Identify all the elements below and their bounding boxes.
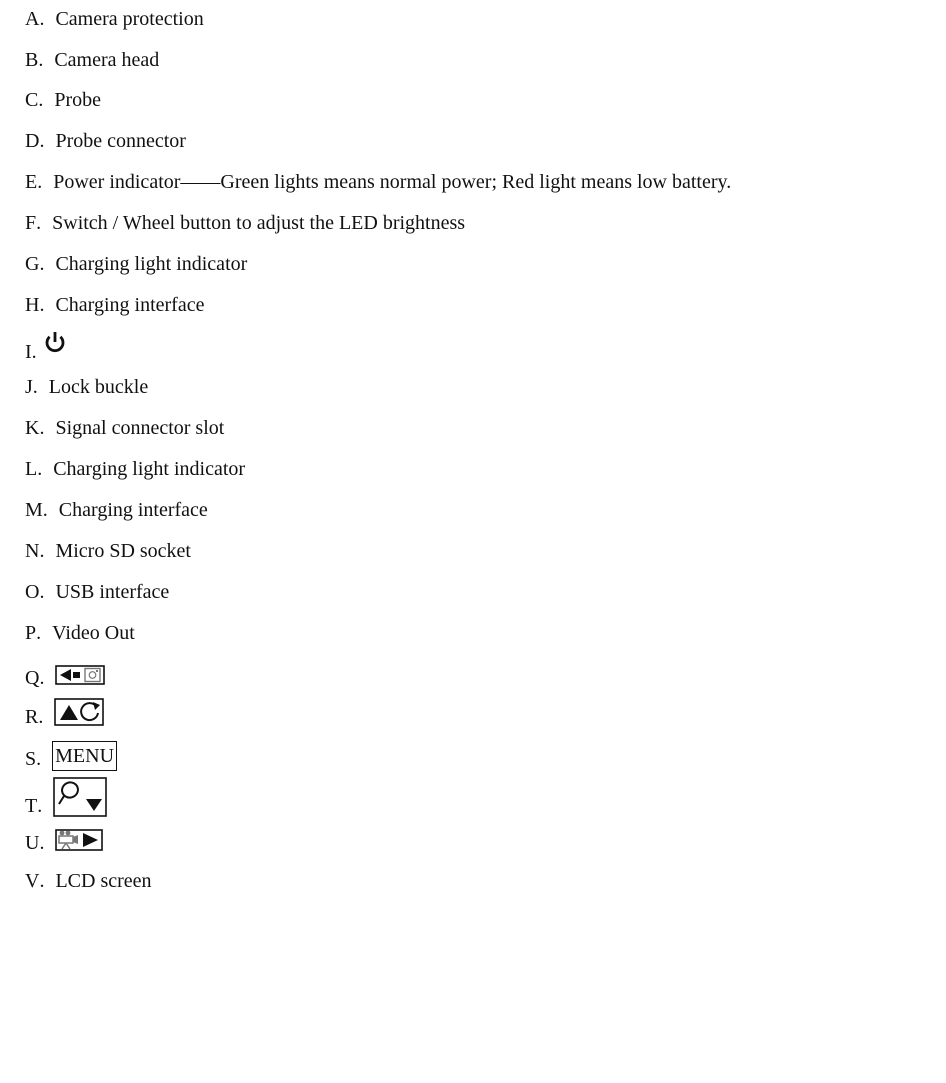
item-separator: . bbox=[36, 212, 42, 234]
item-letter: C bbox=[25, 89, 39, 111]
item-label: Lock buckle bbox=[48, 376, 149, 398]
list-item-h: H. Charging interface bbox=[25, 293, 204, 319]
item-separator: . bbox=[39, 8, 45, 30]
zoom-down-button-icon bbox=[53, 777, 108, 817]
item-separator: . bbox=[32, 376, 38, 398]
list-item-j: J. Lock buckle bbox=[25, 375, 148, 401]
item-letter: J bbox=[25, 376, 33, 398]
list-item-b: B. Camera head bbox=[25, 48, 159, 74]
item-letter: A bbox=[25, 8, 40, 30]
item-letter: L bbox=[25, 458, 38, 480]
item-label: Video Out bbox=[52, 622, 135, 644]
list-item-q: Q. bbox=[25, 662, 106, 692]
item-separator: . bbox=[39, 832, 45, 854]
item-label: LCD screen bbox=[55, 870, 152, 892]
item-label: Power indicator——Green lights means norm… bbox=[53, 171, 732, 193]
list-item-l: L. Charging light indicator bbox=[25, 457, 245, 483]
item-letter: B bbox=[25, 49, 39, 71]
item-label: USB interface bbox=[55, 581, 170, 603]
list-item-k: K. Signal connector slot bbox=[25, 416, 224, 442]
item-label: Charging light indicator bbox=[55, 253, 248, 275]
item-separator: . bbox=[39, 130, 45, 152]
item-separator: . bbox=[39, 253, 45, 275]
item-label: Probe bbox=[54, 89, 102, 111]
item-label: Camera head bbox=[54, 49, 160, 71]
item-letter: M bbox=[25, 499, 43, 521]
list-item-o: O. USB interface bbox=[25, 580, 169, 606]
list-item-m: M. Charging interface bbox=[25, 498, 208, 524]
list-item-g: G. Charging light indicator bbox=[25, 252, 247, 278]
item-separator: . bbox=[39, 294, 45, 316]
item-label: Charging interface bbox=[55, 294, 205, 316]
item-label: Switch / Wheel button to adjust the LED … bbox=[52, 212, 466, 234]
item-label: Signal connector slot bbox=[55, 417, 225, 439]
list-item-i: I. bbox=[25, 330, 67, 364]
item-letter: R bbox=[25, 705, 39, 728]
item-letter: Q bbox=[25, 667, 40, 689]
list-item-u: U. bbox=[25, 827, 104, 857]
list-item-v: V. LCD screen bbox=[25, 869, 152, 895]
item-letter: O bbox=[25, 581, 40, 603]
item-label: Micro SD socket bbox=[55, 540, 191, 562]
menu-button[interactable]: MENU bbox=[52, 741, 118, 771]
list-item-r: R. bbox=[25, 698, 105, 732]
item-letter: S bbox=[25, 747, 37, 770]
power-icon bbox=[45, 332, 65, 353]
list-item-a: A. Camera protection bbox=[25, 7, 204, 33]
list-item-p: P. Video Out bbox=[25, 621, 135, 647]
item-separator: . bbox=[39, 540, 45, 562]
item-separator: . bbox=[36, 747, 42, 770]
item-letter: K bbox=[25, 417, 40, 439]
item-separator: . bbox=[39, 667, 45, 689]
item-letter: F bbox=[25, 212, 37, 234]
item-label: Charging light indicator bbox=[53, 458, 246, 480]
item-label: Camera protection bbox=[55, 8, 204, 30]
item-separator: . bbox=[38, 89, 44, 111]
item-separator: . bbox=[42, 499, 48, 521]
list-item-c: C. Probe bbox=[25, 88, 101, 114]
item-label: Probe connector bbox=[55, 130, 186, 152]
list-item-f: F. Switch / Wheel button to adjust the LE… bbox=[25, 211, 465, 237]
item-letter: G bbox=[25, 253, 40, 275]
item-separator: . bbox=[36, 622, 42, 644]
item-separator: . bbox=[37, 171, 43, 193]
item-letter: H bbox=[25, 294, 40, 316]
item-letter: V bbox=[25, 870, 40, 892]
list-item-t: T. bbox=[25, 777, 108, 817]
video-right-button-icon bbox=[55, 829, 104, 852]
list-item-e: E. Power indicator——Green lights means no… bbox=[25, 170, 731, 196]
item-separator: . bbox=[39, 870, 45, 892]
item-letter: E bbox=[25, 171, 38, 193]
item-letter: P bbox=[25, 622, 37, 644]
item-separator: . bbox=[38, 49, 44, 71]
list-item-s: S. MENU bbox=[25, 741, 118, 775]
item-letter: D bbox=[25, 130, 40, 152]
item-letter: I bbox=[25, 341, 32, 363]
item-letter: U bbox=[25, 832, 40, 854]
item-separator: . bbox=[31, 341, 37, 363]
item-separator: . bbox=[39, 581, 45, 603]
item-separator: . bbox=[37, 458, 43, 480]
list-item-n: N. Micro SD socket bbox=[25, 539, 191, 565]
list-item-d: D. Probe connector bbox=[25, 129, 186, 155]
item-letter: T bbox=[25, 794, 38, 817]
item-label: Charging interface bbox=[58, 499, 208, 521]
item-separator: . bbox=[38, 705, 44, 728]
left-camera-button-icon bbox=[55, 665, 106, 686]
item-separator: . bbox=[39, 417, 45, 439]
item-letter: N bbox=[25, 540, 40, 562]
up-rotate-button-icon bbox=[54, 698, 105, 726]
item-separator: . bbox=[37, 794, 43, 817]
